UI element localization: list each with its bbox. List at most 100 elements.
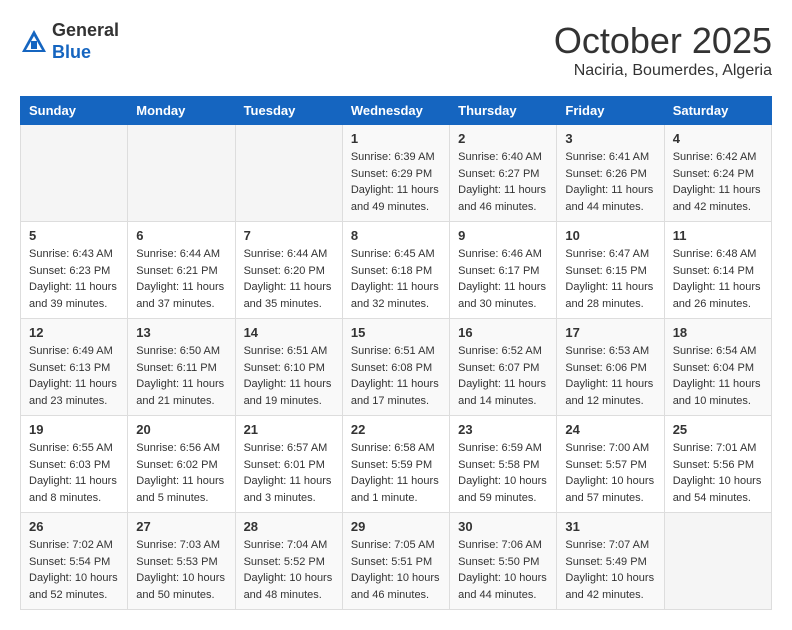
day-number: 20 <box>136 422 226 437</box>
logo-blue: Blue <box>52 42 91 62</box>
day-info: Sunrise: 6:50 AM Sunset: 6:11 PM Dayligh… <box>136 343 226 409</box>
day-number: 26 <box>29 519 119 534</box>
day-info: Sunrise: 6:45 AM Sunset: 6:18 PM Dayligh… <box>351 246 441 312</box>
calendar-cell <box>664 513 771 610</box>
calendar-cell: 23Sunrise: 6:59 AM Sunset: 5:58 PM Dayli… <box>450 416 557 513</box>
day-info: Sunrise: 7:05 AM Sunset: 5:51 PM Dayligh… <box>351 537 441 603</box>
day-number: 9 <box>458 228 548 243</box>
calendar-cell: 5 Sunrise: 6:43 AM Sunset: 6:23 PM Daylig… <box>21 222 128 319</box>
day-info: Sunrise: 6:51 AM Sunset: 6:08 PM Dayligh… <box>351 343 441 409</box>
calendar-week-3: 12Sunrise: 6:49 AM Sunset: 6:13 PM Dayli… <box>21 319 772 416</box>
page-header: General Blue October 2025 Naciria, Boume… <box>20 20 772 80</box>
day-number: 30 <box>458 519 548 534</box>
day-info: Sunrise: 6:40 AM Sunset: 6:27 PM Dayligh… <box>458 149 548 215</box>
day-info: Sunrise: 6:54 AM Sunset: 6:04 PM Dayligh… <box>673 343 763 409</box>
day-header-sunday: Sunday <box>21 97 128 125</box>
day-info: Sunrise: 6:58 AM Sunset: 5:59 PM Dayligh… <box>351 440 441 506</box>
day-number: 12 <box>29 325 119 340</box>
calendar-cell: 21Sunrise: 6:57 AM Sunset: 6:01 PM Dayli… <box>235 416 342 513</box>
day-info: Sunrise: 6:39 AM Sunset: 6:29 PM Dayligh… <box>351 149 441 215</box>
calendar-cell: 22 Sunrise: 6:58 AM Sunset: 5:59 PM Dayli… <box>342 416 449 513</box>
calendar-table: SundayMondayTuesdayWednesdayThursdayFrid… <box>20 96 772 610</box>
day-number: 29 <box>351 519 441 534</box>
day-number: 5 <box>29 228 119 243</box>
calendar-cell: 11Sunrise: 6:48 AM Sunset: 6:14 PM Dayli… <box>664 222 771 319</box>
day-number: 3 <box>565 131 655 146</box>
logo-general: General <box>52 20 119 40</box>
day-info: Sunrise: 6:43 AM Sunset: 6:23 PM Dayligh… <box>29 246 119 312</box>
day-number: 19 <box>29 422 119 437</box>
day-number: 1 <box>351 131 441 146</box>
day-number: 22 <box>351 422 441 437</box>
day-info: Sunrise: 7:01 AM Sunset: 5:56 PM Dayligh… <box>673 440 763 506</box>
day-number: 27 <box>136 519 226 534</box>
calendar-cell: 17 Sunrise: 6:53 AM Sunset: 6:06 PM Dayli… <box>557 319 664 416</box>
day-number: 14 <box>244 325 334 340</box>
calendar-cell: 13Sunrise: 6:50 AM Sunset: 6:11 PM Dayli… <box>128 319 235 416</box>
calendar-week-1: 1 Sunrise: 6:39 AM Sunset: 6:29 PM Daylig… <box>21 125 772 222</box>
day-info: Sunrise: 6:52 AM Sunset: 6:07 PM Dayligh… <box>458 343 548 409</box>
calendar-cell: 28Sunrise: 7:04 AM Sunset: 5:52 PM Dayli… <box>235 513 342 610</box>
day-number: 16 <box>458 325 548 340</box>
calendar-cell <box>128 125 235 222</box>
calendar-cell: 31 Sunrise: 7:07 AM Sunset: 5:49 PM Dayli… <box>557 513 664 610</box>
day-info: Sunrise: 7:03 AM Sunset: 5:53 PM Dayligh… <box>136 537 226 603</box>
day-number: 25 <box>673 422 763 437</box>
day-number: 21 <box>244 422 334 437</box>
calendar-cell: 12Sunrise: 6:49 AM Sunset: 6:13 PM Dayli… <box>21 319 128 416</box>
calendar-cell: 6 Sunrise: 6:44 AM Sunset: 6:21 PM Daylig… <box>128 222 235 319</box>
calendar-cell: 9 Sunrise: 6:46 AM Sunset: 6:17 PM Daylig… <box>450 222 557 319</box>
calendar-week-2: 5 Sunrise: 6:43 AM Sunset: 6:23 PM Daylig… <box>21 222 772 319</box>
calendar-cell: 25 Sunrise: 7:01 AM Sunset: 5:56 PM Dayli… <box>664 416 771 513</box>
day-number: 15 <box>351 325 441 340</box>
calendar-cell: 2Sunrise: 6:40 AM Sunset: 6:27 PM Daylig… <box>450 125 557 222</box>
day-info: Sunrise: 6:44 AM Sunset: 6:21 PM Dayligh… <box>136 246 226 312</box>
calendar-cell: 3 Sunrise: 6:41 AM Sunset: 6:26 PM Daylig… <box>557 125 664 222</box>
calendar-cell: 29 Sunrise: 7:05 AM Sunset: 5:51 PM Dayli… <box>342 513 449 610</box>
calendar-cell: 14 Sunrise: 6:51 AM Sunset: 6:10 PM Dayli… <box>235 319 342 416</box>
calendar-cell: 24 Sunrise: 7:00 AM Sunset: 5:57 PM Dayli… <box>557 416 664 513</box>
calendar-week-5: 26 Sunrise: 7:02 AM Sunset: 5:54 PM Dayli… <box>21 513 772 610</box>
day-header-tuesday: Tuesday <box>235 97 342 125</box>
month-title: October 2025 <box>554 20 772 62</box>
day-header-friday: Friday <box>557 97 664 125</box>
day-info: Sunrise: 6:56 AM Sunset: 6:02 PM Dayligh… <box>136 440 226 506</box>
day-info: Sunrise: 6:48 AM Sunset: 6:14 PM Dayligh… <box>673 246 763 312</box>
day-info: Sunrise: 6:46 AM Sunset: 6:17 PM Dayligh… <box>458 246 548 312</box>
day-info: Sunrise: 6:51 AM Sunset: 6:10 PM Dayligh… <box>244 343 334 409</box>
day-info: Sunrise: 7:00 AM Sunset: 5:57 PM Dayligh… <box>565 440 655 506</box>
calendar-cell: 10Sunrise: 6:47 AM Sunset: 6:15 PM Dayli… <box>557 222 664 319</box>
day-number: 4 <box>673 131 763 146</box>
day-number: 7 <box>244 228 334 243</box>
calendar-cell: 27 Sunrise: 7:03 AM Sunset: 5:53 PM Dayli… <box>128 513 235 610</box>
day-number: 6 <box>136 228 226 243</box>
calendar-cell <box>21 125 128 222</box>
calendar-cell: 20 Sunrise: 6:56 AM Sunset: 6:02 PM Dayli… <box>128 416 235 513</box>
day-number: 17 <box>565 325 655 340</box>
calendar-cell: 8Sunrise: 6:45 AM Sunset: 6:18 PM Daylig… <box>342 222 449 319</box>
calendar-cell: 1 Sunrise: 6:39 AM Sunset: 6:29 PM Daylig… <box>342 125 449 222</box>
day-info: Sunrise: 7:06 AM Sunset: 5:50 PM Dayligh… <box>458 537 548 603</box>
day-info: Sunrise: 7:07 AM Sunset: 5:49 PM Dayligh… <box>565 537 655 603</box>
day-info: Sunrise: 6:41 AM Sunset: 6:26 PM Dayligh… <box>565 149 655 215</box>
logo-text: General Blue <box>52 20 119 63</box>
day-info: Sunrise: 6:55 AM Sunset: 6:03 PM Dayligh… <box>29 440 119 506</box>
day-number: 24 <box>565 422 655 437</box>
logo: General Blue <box>20 20 119 63</box>
calendar-cell: 18Sunrise: 6:54 AM Sunset: 6:04 PM Dayli… <box>664 319 771 416</box>
calendar-week-4: 19 Sunrise: 6:55 AM Sunset: 6:03 PM Dayli… <box>21 416 772 513</box>
day-info: Sunrise: 6:53 AM Sunset: 6:06 PM Dayligh… <box>565 343 655 409</box>
day-number: 10 <box>565 228 655 243</box>
day-header-monday: Monday <box>128 97 235 125</box>
calendar-cell: 7 Sunrise: 6:44 AM Sunset: 6:20 PM Daylig… <box>235 222 342 319</box>
day-header-wednesday: Wednesday <box>342 97 449 125</box>
day-info: Sunrise: 7:04 AM Sunset: 5:52 PM Dayligh… <box>244 537 334 603</box>
day-info: Sunrise: 7:02 AM Sunset: 5:54 PM Dayligh… <box>29 537 119 603</box>
calendar-cell: 16 Sunrise: 6:52 AM Sunset: 6:07 PM Dayli… <box>450 319 557 416</box>
day-info: Sunrise: 6:42 AM Sunset: 6:24 PM Dayligh… <box>673 149 763 215</box>
day-number: 31 <box>565 519 655 534</box>
title-block: October 2025 Naciria, Boumerdes, Algeria <box>554 20 772 80</box>
calendar-cell <box>235 125 342 222</box>
day-header-saturday: Saturday <box>664 97 771 125</box>
day-info: Sunrise: 6:44 AM Sunset: 6:20 PM Dayligh… <box>244 246 334 312</box>
